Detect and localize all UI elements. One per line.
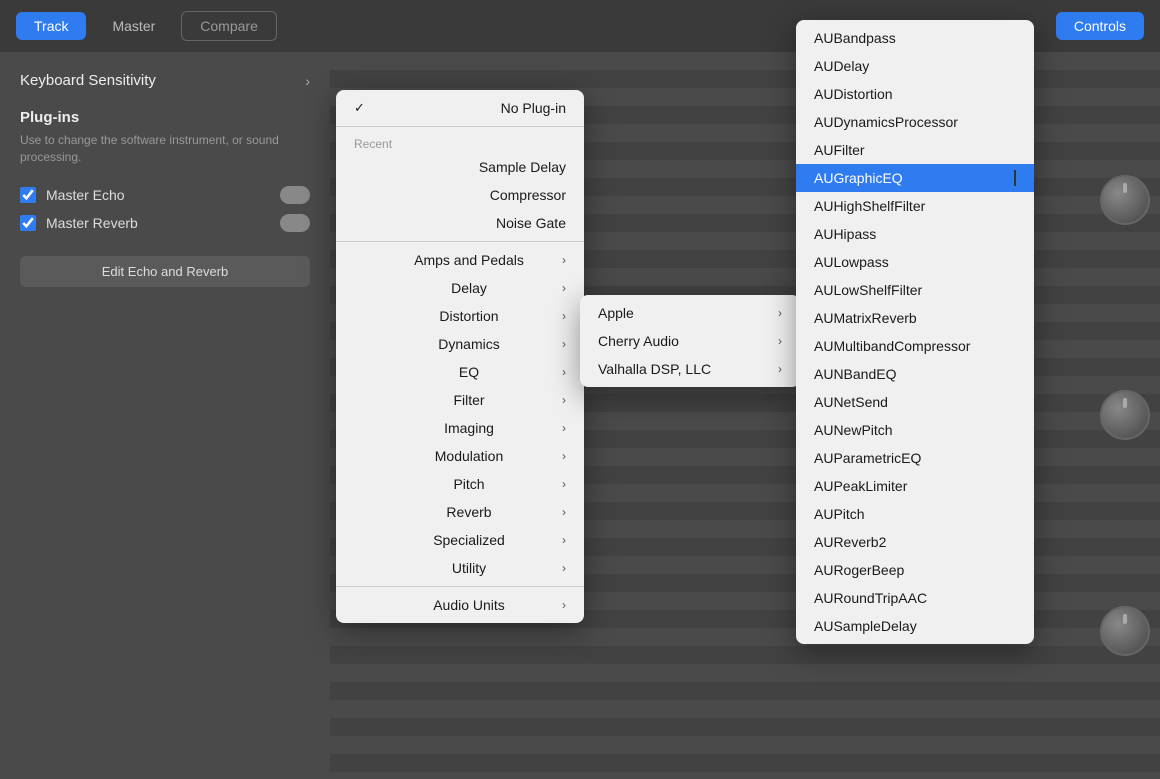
plugin-auhipass[interactable]: AUHipass <box>796 220 1034 248</box>
left-panel: Keyboard Sensitivity › Plug-ins Use to c… <box>0 52 330 779</box>
track-tab[interactable]: Track <box>16 12 86 40</box>
controls-button[interactable]: Controls <box>1056 12 1144 40</box>
arrow-icon: › <box>562 598 566 612</box>
category-specialized[interactable]: Specialized › <box>336 526 584 554</box>
category-eq[interactable]: EQ › <box>336 358 584 386</box>
knob-3[interactable] <box>1100 606 1150 656</box>
keyboard-sensitivity-label: Keyboard Sensitivity <box>20 72 156 89</box>
compare-tab[interactable]: Compare <box>181 11 277 41</box>
plugins-section: Plug-ins Use to change the software inst… <box>20 109 310 166</box>
plugin-aumultibandcompressor[interactable]: AUMultibandCompressor <box>796 332 1034 360</box>
master-echo-label: Master Echo <box>46 187 270 203</box>
plugin-ausampledelay[interactable]: AUSampleDelay <box>796 612 1034 640</box>
plugin-audistortion[interactable]: AUDistortion <box>796 80 1034 108</box>
keyboard-sensitivity-row[interactable]: Keyboard Sensitivity › <box>20 72 310 89</box>
category-imaging[interactable]: Imaging › <box>336 414 584 442</box>
recent-item-sample-delay[interactable]: Sample Delay <box>336 153 584 181</box>
plugin-aunewpitch[interactable]: AUNewPitch <box>796 416 1034 444</box>
arrow-icon: › <box>562 337 566 351</box>
category-pitch[interactable]: Pitch › <box>336 470 584 498</box>
plugin-aulowshelffilter[interactable]: AULowShelfFilter <box>796 276 1034 304</box>
category-delay[interactable]: Delay › <box>336 274 584 302</box>
arrow-icon: › <box>562 393 566 407</box>
vendor-apple[interactable]: Apple › <box>580 299 800 327</box>
master-reverb-label: Master Reverb <box>46 215 270 231</box>
plugin-aufilter[interactable]: AUFilter <box>796 136 1034 164</box>
plugin-aulowpass[interactable]: AULowpass <box>796 248 1034 276</box>
plugin-aunetsend[interactable]: AUNetSend <box>796 388 1034 416</box>
menu-divider-1 <box>336 126 584 127</box>
knob-area <box>1090 52 1160 779</box>
vendor-valhalla[interactable]: Valhalla DSP, LLC › <box>580 355 800 383</box>
arrow-icon: › <box>562 309 566 323</box>
category-dynamics[interactable]: Dynamics › <box>336 330 584 358</box>
arrow-icon: › <box>562 561 566 575</box>
master-echo-row: Master Echo <box>20 186 310 204</box>
category-distortion[interactable]: Distortion › <box>336 302 584 330</box>
master-echo-checkbox[interactable] <box>20 187 36 203</box>
plugin-audynamicsprocessor[interactable]: AUDynamicsProcessor <box>796 108 1034 136</box>
master-reverb-checkbox[interactable] <box>20 215 36 231</box>
arrow-icon: › <box>778 306 782 320</box>
master-echo-toggle[interactable] <box>280 186 310 204</box>
arrow-icon: › <box>562 281 566 295</box>
plugin-auhighshelffilter[interactable]: AUHighShelfFilter <box>796 192 1034 220</box>
edit-echo-reverb-button[interactable]: Edit Echo and Reverb <box>20 256 310 287</box>
knob-2[interactable] <box>1100 390 1150 440</box>
arrow-icon: › <box>562 421 566 435</box>
knob-1[interactable] <box>1100 175 1150 225</box>
plugin-auroundtripaac[interactable]: AURoundTripAAC <box>796 584 1034 612</box>
plugin-aurogerbeep[interactable]: AURogerBeep <box>796 556 1034 584</box>
audio-units-item[interactable]: Audio Units › <box>336 591 584 619</box>
recent-label: Recent <box>336 131 584 153</box>
menu-divider-2 <box>336 241 584 242</box>
arrow-icon: › <box>778 362 782 376</box>
plugin-aureverb2[interactable]: AUReverb2 <box>796 528 1034 556</box>
master-reverb-row: Master Reverb <box>20 214 310 232</box>
vendor-cherry-audio[interactable]: Cherry Audio › <box>580 327 800 355</box>
category-reverb[interactable]: Reverb › <box>336 498 584 526</box>
arrow-icon: › <box>562 505 566 519</box>
recent-item-noise-gate[interactable]: Noise Gate <box>336 209 584 237</box>
arrow-icon: › <box>778 334 782 348</box>
master-reverb-toggle[interactable] <box>280 214 310 232</box>
category-modulation[interactable]: Modulation › <box>336 442 584 470</box>
no-plugin-item[interactable]: No Plug-in <box>336 94 584 122</box>
plugin-auparametriceq[interactable]: AUParametricEQ <box>796 444 1034 472</box>
category-amps-pedals[interactable]: Amps and Pedals › <box>336 246 584 274</box>
category-filter[interactable]: Filter › <box>336 386 584 414</box>
recent-item-compressor[interactable]: Compressor <box>336 181 584 209</box>
menu-divider-3 <box>336 586 584 587</box>
plugin-menu-level3: AUBandpass AUDelay AUDistortion AUDynami… <box>796 20 1034 644</box>
cursor-indicator <box>1014 170 1016 186</box>
plugin-menu-level2: Apple › Cherry Audio › Valhalla DSP, LLC… <box>580 295 800 387</box>
arrow-icon: › <box>562 449 566 463</box>
category-utility[interactable]: Utility › <box>336 554 584 582</box>
arrow-icon: › <box>562 533 566 547</box>
plugins-description: Use to change the software instrument, o… <box>20 132 310 166</box>
plugin-augraphiceq[interactable]: AUGraphicEQ <box>796 164 1034 192</box>
plugins-title: Plug-ins <box>20 109 310 126</box>
plugin-aupeaklimiter[interactable]: AUPeakLimiter <box>796 472 1034 500</box>
master-tab[interactable]: Master <box>94 12 173 40</box>
plugin-menu-level1: No Plug-in Recent Sample Delay Compresso… <box>336 90 584 623</box>
plugin-aumatrixreverb[interactable]: AUMatrixReverb <box>796 304 1034 332</box>
plugin-aupitch[interactable]: AUPitch <box>796 500 1034 528</box>
plugin-aunbandeq[interactable]: AUNBandEQ <box>796 360 1034 388</box>
arrow-icon: › <box>562 365 566 379</box>
arrow-icon: › <box>562 253 566 267</box>
plugin-aubandpass[interactable]: AUBandpass <box>796 24 1034 52</box>
arrow-icon: › <box>562 477 566 491</box>
chevron-right-icon: › <box>305 73 310 89</box>
plugin-audelay[interactable]: AUDelay <box>796 52 1034 80</box>
